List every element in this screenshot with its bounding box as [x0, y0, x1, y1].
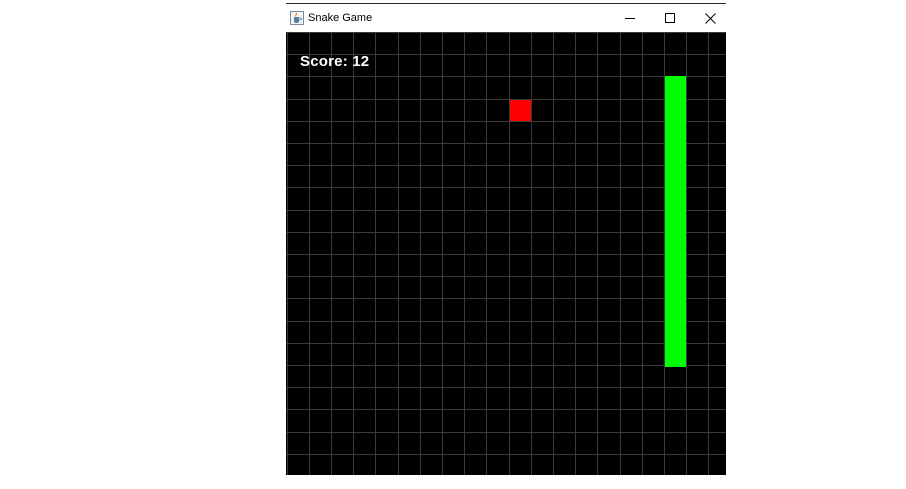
snake-segment [665, 321, 686, 345]
snake-segment [665, 165, 686, 189]
close-button[interactable] [690, 4, 730, 32]
maximize-button[interactable] [650, 4, 690, 32]
maximize-icon [665, 13, 675, 23]
close-icon [704, 12, 716, 24]
game-board[interactable]: Score: 12 [286, 32, 726, 475]
minimize-button[interactable] [610, 4, 650, 32]
java-cup-icon [290, 11, 304, 25]
window-title: Snake Game [308, 12, 373, 24]
snake-segment [665, 187, 686, 211]
snake-segment [665, 232, 686, 256]
minimize-icon [625, 18, 635, 19]
snake-segment [665, 276, 686, 300]
food-apple [510, 100, 531, 121]
game-window: Snake Game Score: 12 [286, 3, 726, 475]
snake-segment [665, 343, 686, 367]
snake-head [665, 76, 686, 100]
title-bar[interactable]: Snake Game [286, 4, 726, 32]
snake-segment [665, 210, 686, 234]
snake [665, 76, 686, 367]
snake-segment [665, 254, 686, 278]
snake-segment [665, 121, 686, 145]
snake-segment [665, 143, 686, 167]
grid-lines [286, 32, 726, 475]
snake-segment [665, 298, 686, 322]
score-label: Score: 12 [300, 53, 370, 70]
snake-segment [665, 99, 686, 123]
board-canvas [286, 32, 726, 475]
